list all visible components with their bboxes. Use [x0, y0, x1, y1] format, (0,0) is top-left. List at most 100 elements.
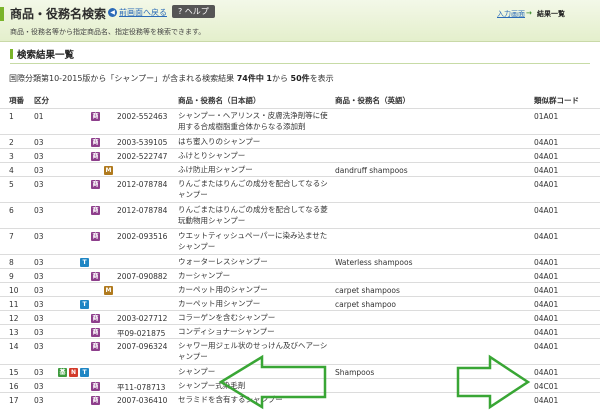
row-similar-group-code: 04A01 [534, 342, 559, 351]
row-class: 03 [34, 138, 44, 147]
tmclass-icon[interactable]: T [80, 258, 89, 267]
row-name-jp: コンディショナーシャンプー [178, 327, 275, 336]
page-header: 商品・役務名検索 ◀ 前画面へ戻る ? ヘルプ 商品・役務名等から指定商品名、指定… [0, 0, 600, 42]
row-class: 03 [34, 314, 44, 323]
row-similar-group-code: 04A01 [534, 272, 559, 281]
row-similar-group-code: 04A01 [534, 232, 559, 241]
row-number: 4 [9, 166, 14, 175]
table-row: 1 01 商 2002-552463 シャンプー・ヘアリンス・皮膚洗浄剤等に使用する合成… [0, 108, 600, 134]
row-class: 03 [34, 206, 44, 215]
madrid-icon[interactable]: M [104, 286, 113, 295]
col-en: 商品・役務名（英語） [335, 96, 410, 105]
table-row: 10 03 M カーペット用のシャンプー carpet shampoos 04A01 [0, 282, 600, 296]
row-similar-group-code: 04A01 [534, 328, 559, 337]
row-name-en: carpet shampoo [335, 300, 397, 309]
madrid-icon[interactable]: M [104, 166, 113, 175]
shohin-icon[interactable]: 商 [91, 232, 100, 241]
table-row: 5 03 商 2012-078784 りんごまたはりんごの成分を配合してなるシャンプー 0… [0, 176, 600, 202]
breadcrumb-input[interactable]: 入力画面 [497, 9, 525, 19]
kijun-icon[interactable]: 基 [58, 368, 67, 377]
col-no: 項番 [9, 96, 24, 105]
row-class: 01 [34, 112, 44, 121]
row-similar-group-code: 04A01 [534, 286, 559, 295]
col-jp: 商品・役務名（日本語） [178, 96, 261, 105]
row-name-en: Waterless shampoos [335, 258, 413, 267]
shohin-icon[interactable]: 商 [91, 396, 100, 405]
table-row: 16 03 商平11-078713 シャンプー式染毛剤 04C01 [0, 378, 600, 392]
row-number: 9 [9, 272, 14, 281]
row-class: 03 [34, 368, 44, 377]
tmclass-icon[interactable]: T [80, 368, 89, 377]
row-review-code: 2002-093516 [117, 232, 168, 241]
row-name-jp: シャンプー [178, 367, 216, 376]
row-name-jp: ウエットティッシュペーパーに染み込ませたシャンプー [178, 231, 328, 251]
row-review-code: 2012-078784 [117, 206, 168, 215]
row-class: 03 [34, 286, 44, 295]
row-similar-group-code: 04A01 [534, 152, 559, 161]
back-link-label: 前画面へ戻る [119, 8, 167, 17]
row-review-code: 2003-539105 [117, 138, 168, 147]
row-number: 7 [9, 232, 14, 241]
shohin-icon[interactable]: 商 [91, 138, 100, 147]
row-class: 03 [34, 300, 44, 309]
breadcrumb-current: 結果一覧 [537, 10, 565, 18]
shohin-icon[interactable]: 商 [91, 152, 100, 161]
row-class: 03 [34, 272, 44, 281]
help-question-icon: ? [178, 7, 183, 16]
table-row: 3 03 商 2002-522747 ふけとりシャンプー 04A01 [0, 148, 600, 162]
shohin-icon[interactable]: 商 [91, 112, 100, 121]
shohin-icon[interactable]: 商 [91, 272, 100, 281]
row-number: 16 [9, 382, 19, 391]
row-name-jp: はち蜜入りのシャンプー [178, 137, 261, 146]
row-similar-group-code: 04C01 [534, 382, 559, 391]
row-review-code: 2007-096324 [117, 342, 168, 351]
table-row: 13 03 商平09-021875 コンディショナーシャンプー 04A01 [0, 324, 600, 338]
row-name-jp: カーペット用シャンプー [178, 299, 261, 308]
row-class: 03 [34, 396, 44, 405]
row-number: 17 [9, 396, 19, 405]
row-name-jp: シャワー用ジェル状のせっけん及びヘアーシャンプー [178, 341, 328, 361]
row-name-jp: コラーゲンを含むシャンプー [178, 313, 276, 322]
row-number: 15 [9, 368, 19, 377]
shohin-icon[interactable]: 商 [91, 382, 100, 391]
row-number: 12 [9, 314, 19, 323]
shohin-icon[interactable]: 商 [91, 328, 100, 337]
row-similar-group-code: 04A01 [534, 180, 559, 189]
row-similar-group-code: 04A01 [534, 368, 559, 377]
shohin-icon[interactable]: 商 [91, 180, 100, 189]
row-class: 03 [34, 166, 44, 175]
row-class: 03 [34, 180, 44, 189]
row-review-code: 2002-552463 [117, 112, 168, 121]
row-review-code: 2002-522747 [117, 152, 168, 161]
row-name-jp: セラミドを含有するシャンプー [178, 395, 283, 404]
col-kubun: 区分 [34, 96, 49, 105]
row-similar-group-code: 04A01 [534, 206, 559, 215]
row-number: 8 [9, 258, 14, 267]
table-header: 項番 区分 商品・役務名（日本語） 商品・役務名（英語） 類似群コード [0, 95, 600, 107]
row-number: 2 [9, 138, 14, 147]
nice-icon[interactable]: N [69, 368, 78, 377]
row-similar-group-code: 01A01 [534, 112, 559, 121]
shohin-icon[interactable]: 商 [91, 314, 100, 323]
row-number: 5 [9, 180, 14, 189]
row-similar-group-code: 04A01 [534, 138, 559, 147]
row-number: 6 [9, 206, 14, 215]
shohin-icon[interactable]: 商 [91, 206, 100, 215]
row-name-en: dandruff shampoos [335, 166, 408, 175]
section-accent-bar [10, 49, 13, 59]
row-name-en: carpet shampoos [335, 286, 400, 295]
shohin-icon[interactable]: 商 [91, 342, 100, 351]
section-divider [10, 63, 590, 64]
row-similar-group-code: 04A01 [534, 396, 559, 405]
table-row: 12 03 商 2003-027712 コラーゲンを含むシャンプー 04A01 [0, 310, 600, 324]
col-ruiji: 類似群コード [534, 96, 579, 105]
summary-range-mid: から [272, 74, 288, 83]
tmclass-icon[interactable]: T [80, 300, 89, 309]
row-name-jp: りんごまたはりんごの成分を配合してなる菱玩動物用シャンプー [178, 205, 328, 225]
back-arrow-icon: ◀ [108, 8, 117, 17]
help-button[interactable]: ? ヘルプ [172, 5, 215, 18]
summary-total: 74件中 [236, 74, 264, 83]
row-similar-group-code: 04A01 [534, 300, 559, 309]
back-link[interactable]: ◀ 前画面へ戻る [108, 7, 167, 18]
row-name-jp: シャンプー・ヘアリンス・皮膚洗浄剤等に使用する合成樹脂重合体からなる添加剤 [178, 111, 328, 131]
